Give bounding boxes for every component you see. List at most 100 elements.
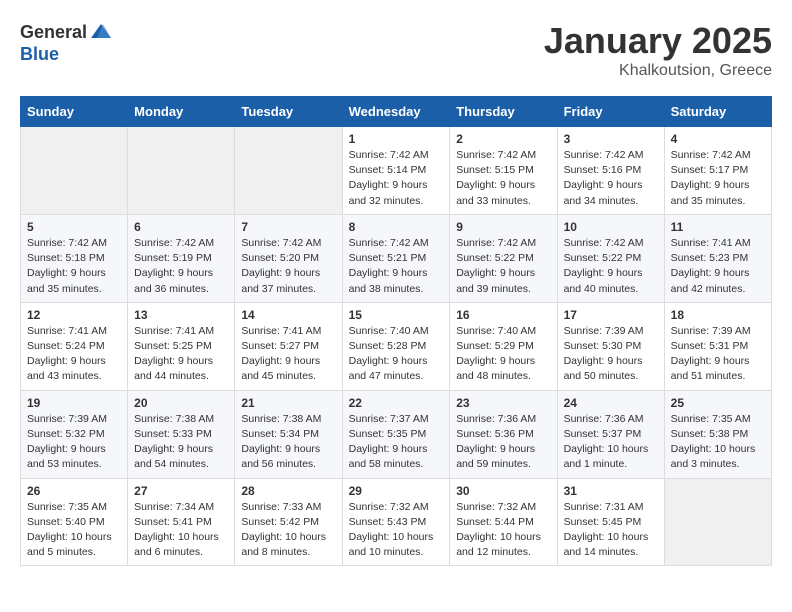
day-number: 4: [671, 132, 765, 146]
calendar-cell: 31 Sunrise: 7:31 AMSunset: 5:45 PMDayligh…: [557, 478, 664, 566]
day-info: Sunrise: 7:42 AMSunset: 5:20 PMDaylight:…: [241, 236, 335, 297]
day-number: 11: [671, 220, 765, 234]
day-info: Sunrise: 7:42 AMSunset: 5:22 PMDaylight:…: [456, 236, 550, 297]
calendar-cell: 12 Sunrise: 7:41 AMSunset: 5:24 PMDayligh…: [21, 302, 128, 390]
day-number: 2: [456, 132, 550, 146]
day-number: 18: [671, 308, 765, 322]
calendar-cell: 3 Sunrise: 7:42 AMSunset: 5:16 PMDaylight…: [557, 127, 664, 215]
page-header: General Blue January 2025 Khalkoutsion, …: [20, 20, 772, 80]
day-info: Sunrise: 7:39 AMSunset: 5:30 PMDaylight:…: [564, 324, 658, 385]
day-number: 10: [564, 220, 658, 234]
calendar-cell: 25 Sunrise: 7:35 AMSunset: 5:38 PMDayligh…: [664, 390, 771, 478]
calendar-week-row: 1 Sunrise: 7:42 AMSunset: 5:14 PMDaylight…: [21, 127, 772, 215]
day-info: Sunrise: 7:41 AMSunset: 5:24 PMDaylight:…: [27, 324, 121, 385]
calendar-cell: [664, 478, 771, 566]
day-info: Sunrise: 7:34 AMSunset: 5:41 PMDaylight:…: [134, 500, 228, 561]
day-info: Sunrise: 7:33 AMSunset: 5:42 PMDaylight:…: [241, 500, 335, 561]
title-block: January 2025 Khalkoutsion, Greece: [544, 20, 772, 80]
weekday-header-monday: Monday: [128, 97, 235, 127]
calendar-cell: 18 Sunrise: 7:39 AMSunset: 5:31 PMDayligh…: [664, 302, 771, 390]
logo-blue-text: Blue: [20, 44, 59, 65]
day-number: 19: [27, 396, 121, 410]
day-info: Sunrise: 7:35 AMSunset: 5:40 PMDaylight:…: [27, 500, 121, 561]
calendar-cell: 19 Sunrise: 7:39 AMSunset: 5:32 PMDayligh…: [21, 390, 128, 478]
day-number: 17: [564, 308, 658, 322]
day-info: Sunrise: 7:36 AMSunset: 5:37 PMDaylight:…: [564, 412, 658, 473]
calendar-week-row: 12 Sunrise: 7:41 AMSunset: 5:24 PMDayligh…: [21, 302, 772, 390]
day-number: 29: [349, 484, 444, 498]
calendar-cell: 13 Sunrise: 7:41 AMSunset: 5:25 PMDayligh…: [128, 302, 235, 390]
day-info: Sunrise: 7:42 AMSunset: 5:15 PMDaylight:…: [456, 148, 550, 209]
calendar-cell: [21, 127, 128, 215]
day-number: 31: [564, 484, 658, 498]
calendar-cell: 23 Sunrise: 7:36 AMSunset: 5:36 PMDayligh…: [450, 390, 557, 478]
weekday-header-thursday: Thursday: [450, 97, 557, 127]
day-number: 6: [134, 220, 228, 234]
day-info: Sunrise: 7:41 AMSunset: 5:27 PMDaylight:…: [241, 324, 335, 385]
calendar-cell: 20 Sunrise: 7:38 AMSunset: 5:33 PMDayligh…: [128, 390, 235, 478]
day-info: Sunrise: 7:42 AMSunset: 5:14 PMDaylight:…: [349, 148, 444, 209]
calendar-cell: 26 Sunrise: 7:35 AMSunset: 5:40 PMDayligh…: [21, 478, 128, 566]
day-info: Sunrise: 7:42 AMSunset: 5:17 PMDaylight:…: [671, 148, 765, 209]
day-number: 15: [349, 308, 444, 322]
weekday-header-wednesday: Wednesday: [342, 97, 450, 127]
logo-general-text: General: [20, 22, 87, 43]
day-number: 22: [349, 396, 444, 410]
logo: General Blue: [20, 20, 113, 65]
day-number: 5: [27, 220, 121, 234]
weekday-header-tuesday: Tuesday: [235, 97, 342, 127]
calendar-cell: 16 Sunrise: 7:40 AMSunset: 5:29 PMDayligh…: [450, 302, 557, 390]
day-info: Sunrise: 7:42 AMSunset: 5:21 PMDaylight:…: [349, 236, 444, 297]
calendar-cell: 1 Sunrise: 7:42 AMSunset: 5:14 PMDaylight…: [342, 127, 450, 215]
day-number: 12: [27, 308, 121, 322]
day-info: Sunrise: 7:38 AMSunset: 5:33 PMDaylight:…: [134, 412, 228, 473]
day-number: 21: [241, 396, 335, 410]
calendar-cell: 9Sunrise: 7:42 AMSunset: 5:22 PMDaylight…: [450, 214, 557, 302]
day-info: Sunrise: 7:42 AMSunset: 5:19 PMDaylight:…: [134, 236, 228, 297]
day-info: Sunrise: 7:31 AMSunset: 5:45 PMDaylight:…: [564, 500, 658, 561]
day-info: Sunrise: 7:42 AMSunset: 5:16 PMDaylight:…: [564, 148, 658, 209]
day-info: Sunrise: 7:40 AMSunset: 5:29 PMDaylight:…: [456, 324, 550, 385]
day-number: 7: [241, 220, 335, 234]
calendar-cell: 29 Sunrise: 7:32 AMSunset: 5:43 PMDayligh…: [342, 478, 450, 566]
weekday-header-saturday: Saturday: [664, 97, 771, 127]
day-number: 1: [349, 132, 444, 146]
calendar-cell: 22Sunrise: 7:37 AMSunset: 5:35 PMDayligh…: [342, 390, 450, 478]
calendar-cell: 6 Sunrise: 7:42 AMSunset: 5:19 PMDaylight…: [128, 214, 235, 302]
calendar-table: SundayMondayTuesdayWednesdayThursdayFrid…: [20, 96, 772, 566]
day-number: 27: [134, 484, 228, 498]
calendar-cell: [128, 127, 235, 215]
day-info: Sunrise: 7:32 AMSunset: 5:43 PMDaylight:…: [349, 500, 444, 561]
day-info: Sunrise: 7:39 AMSunset: 5:31 PMDaylight:…: [671, 324, 765, 385]
day-number: 26: [27, 484, 121, 498]
day-number: 25: [671, 396, 765, 410]
weekday-header-sunday: Sunday: [21, 97, 128, 127]
calendar-cell: 10Sunrise: 7:42 AMSunset: 5:22 PMDayligh…: [557, 214, 664, 302]
day-number: 8: [349, 220, 444, 234]
day-info: Sunrise: 7:42 AMSunset: 5:18 PMDaylight:…: [27, 236, 121, 297]
weekday-header-friday: Friday: [557, 97, 664, 127]
day-number: 24: [564, 396, 658, 410]
day-info: Sunrise: 7:36 AMSunset: 5:36 PMDaylight:…: [456, 412, 550, 473]
day-info: Sunrise: 7:39 AMSunset: 5:32 PMDaylight:…: [27, 412, 121, 473]
day-info: Sunrise: 7:35 AMSunset: 5:38 PMDaylight:…: [671, 412, 765, 473]
calendar-cell: 27 Sunrise: 7:34 AMSunset: 5:41 PMDayligh…: [128, 478, 235, 566]
day-number: 23: [456, 396, 550, 410]
calendar-cell: 21 Sunrise: 7:38 AMSunset: 5:34 PMDayligh…: [235, 390, 342, 478]
calendar-week-row: 26 Sunrise: 7:35 AMSunset: 5:40 PMDayligh…: [21, 478, 772, 566]
day-number: 20: [134, 396, 228, 410]
month-title: January 2025: [544, 20, 772, 62]
day-info: Sunrise: 7:41 AMSunset: 5:25 PMDaylight:…: [134, 324, 228, 385]
calendar-cell: 17 Sunrise: 7:39 AMSunset: 5:30 PMDayligh…: [557, 302, 664, 390]
day-info: Sunrise: 7:40 AMSunset: 5:28 PMDaylight:…: [349, 324, 444, 385]
day-info: Sunrise: 7:38 AMSunset: 5:34 PMDaylight:…: [241, 412, 335, 473]
calendar-cell: 7 Sunrise: 7:42 AMSunset: 5:20 PMDaylight…: [235, 214, 342, 302]
day-number: 30: [456, 484, 550, 498]
calendar-cell: 15 Sunrise: 7:40 AMSunset: 5:28 PMDayligh…: [342, 302, 450, 390]
calendar-cell: [235, 127, 342, 215]
weekday-header-row: SundayMondayTuesdayWednesdayThursdayFrid…: [21, 97, 772, 127]
day-number: 16: [456, 308, 550, 322]
day-number: 13: [134, 308, 228, 322]
day-number: 3: [564, 132, 658, 146]
calendar-cell: 5 Sunrise: 7:42 AMSunset: 5:18 PMDaylight…: [21, 214, 128, 302]
